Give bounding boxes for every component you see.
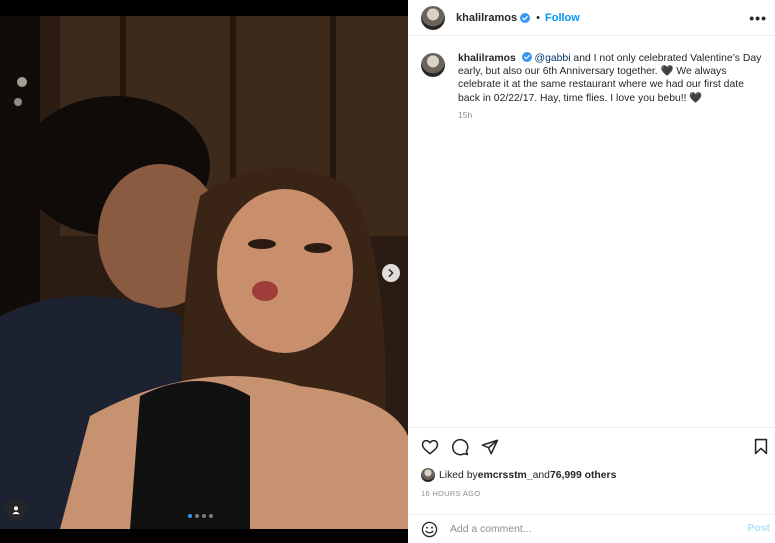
caption-body: khalilramos @gabbi and I not only celebr…	[458, 52, 763, 122]
liker-avatar[interactable]	[421, 468, 435, 482]
more-options-button[interactable]: •••	[749, 10, 767, 26]
heart-icon	[421, 439, 439, 454]
avatar[interactable]	[421, 5, 445, 30]
comment-icon	[452, 438, 469, 455]
post-actions	[408, 427, 775, 465]
post-caption: khalilramos @gabbi and I not only celebr…	[421, 52, 766, 122]
header-username[interactable]: khalilramos	[456, 12, 517, 24]
verified-icon	[521, 52, 532, 62]
photo-illustration	[0, 16, 408, 529]
post-panel: khalilramos • Follow ••• khalilramos @ga…	[408, 0, 775, 543]
caption-avatar[interactable]	[421, 53, 445, 77]
comment-input[interactable]	[450, 523, 720, 535]
likes-summary: Liked by emcrsstm_ and 76,999 others	[421, 468, 616, 482]
carousel-dot	[209, 514, 213, 518]
post-timestamp[interactable]: 16 HOURS AGO	[421, 489, 480, 498]
caption-username[interactable]: khalilramos	[458, 53, 516, 64]
liker-username[interactable]: emcrsstm_	[478, 470, 533, 481]
like-button[interactable]	[421, 438, 439, 456]
user-tags-button[interactable]	[6, 500, 26, 520]
caption-mention[interactable]: @gabbi	[535, 53, 571, 64]
emoji-icon[interactable]	[421, 521, 438, 538]
comment-bar: Post	[408, 514, 775, 543]
post-media	[0, 0, 408, 543]
likes-middle: and	[532, 469, 550, 481]
post-comment-button[interactable]: Post	[747, 523, 770, 534]
likes-prefix: Liked by	[439, 469, 478, 481]
carousel-dot	[202, 514, 206, 518]
post-header: khalilramos • Follow •••	[408, 0, 775, 36]
bookmark-icon	[754, 438, 768, 455]
share-icon	[481, 439, 499, 454]
user-tag-icon	[12, 506, 20, 515]
carousel-next-button[interactable]	[382, 264, 400, 282]
header-separator: •	[536, 11, 540, 24]
share-button[interactable]	[481, 438, 499, 456]
verified-icon	[520, 12, 531, 23]
comment-button[interactable]	[451, 438, 469, 456]
follow-button[interactable]: Follow	[545, 12, 580, 24]
likes-others[interactable]: 76,999 others	[550, 470, 616, 481]
post-photo[interactable]	[0, 16, 408, 529]
carousel-dot	[195, 514, 199, 518]
carousel-indicator	[188, 514, 213, 518]
caption-time: 15h	[458, 109, 473, 120]
chevron-right-icon	[388, 269, 394, 277]
carousel-dot	[188, 514, 192, 518]
save-button[interactable]	[753, 438, 769, 460]
